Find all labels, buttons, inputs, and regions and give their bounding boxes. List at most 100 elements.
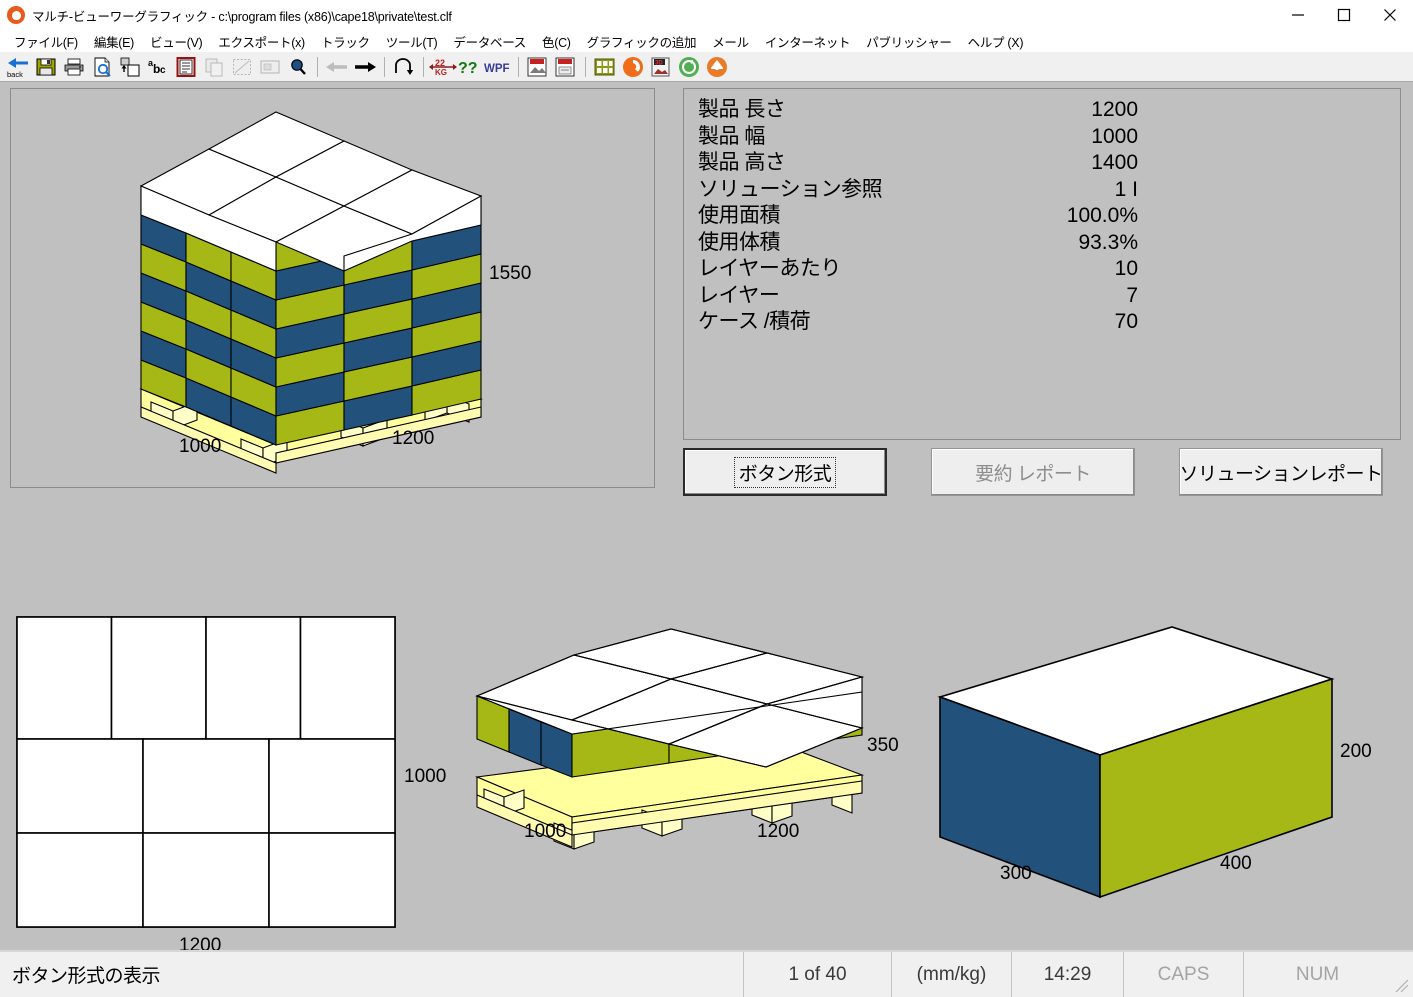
label-cases-per-load: ケース /積荷 [698,309,1028,336]
svg-text:WPF: WPF [484,63,510,75]
weight-22kg-icon[interactable]: 22 KG [429,54,457,80]
data-row-per-layer: レイヤーあたり 10 [698,256,1400,283]
label-product-width: 製品 幅 [698,124,1028,151]
menu-item-file[interactable]: ファイル(F) [6,31,86,52]
menu-item-view[interactable]: ビュー(V) [142,31,210,52]
help-query-icon[interactable]: ?? [457,54,485,80]
value-solution-ref: 1 I [1028,177,1138,204]
status-page-indicator: 1 of 40 [743,952,891,997]
value-volume-utilization: 93.3% [1028,230,1138,257]
menu-item-truck[interactable]: トラック [313,31,378,52]
menu-item-publisher[interactable]: パブリッシャー [858,31,959,52]
rotate-icon[interactable] [390,54,418,80]
upload-icon[interactable] [703,54,731,80]
back-icon[interactable]: back [4,54,32,80]
menu-item-edit[interactable]: 編集(E) [86,31,142,52]
stack-height-label: 1550 [489,263,531,284]
data-row-cases-per-load: ケース /積荷 70 [698,309,1400,336]
status-bar: ボタン形式の表示 1 of 40 (mm/kg) 14:29 CAPS NUM [0,950,1413,997]
toolbar-separator [384,57,385,77]
svg-text:??: ?? [458,60,478,77]
data-row-volume-utilization: 使用体積 93.3% [698,230,1400,257]
pdf-export-icon[interactable] [524,54,552,80]
label-product-length: 製品 長さ [698,97,1028,124]
menu-item-database[interactable]: データベース [445,31,534,52]
zoom-icon[interactable] [284,54,312,80]
menu-item-export[interactable]: エクスポート(x) [210,31,313,52]
menu-item-tools[interactable]: ツール(T) [378,31,446,52]
copy-icon [200,54,228,80]
print-preview-icon[interactable] [88,54,116,80]
prev-arrow-icon [323,54,351,80]
data-row-solution-ref: ソリューション参照 1 I [698,177,1400,204]
bottom-views-row: 1000 1200 [0,507,1413,907]
data-row-product-width: 製品 幅 1000 [698,124,1400,151]
wpf-icon[interactable]: WPF [485,54,513,80]
report-buttons: ボタン形式 要約 レポート ソリューションレポート [683,448,1401,500]
pattern-height-label: 1000 [404,766,446,787]
minimize-button[interactable] [1275,0,1321,30]
work-area: 1550 1000 1200 製品 長さ 1200 製品 幅 1000 製品 高… [0,82,1413,950]
menu-bar: ファイル(F) 編集(E) ビュー(V) エクスポート(x) トラック ツール(… [0,30,1413,52]
case-box-view: 200 300 400 [920,617,1390,912]
green-disc-icon[interactable] [675,54,703,80]
svg-text:3D: 3D [655,60,663,66]
menu-item-internet[interactable]: インターネット [757,31,858,52]
status-units: (mm/kg) [891,952,1011,997]
data-row-layers: レイヤー 7 [698,283,1400,310]
single-layer-3d: 350 1000 1200 [462,647,922,882]
label-solution-ref: ソリューション参照 [698,177,1028,204]
svg-text:22: 22 [435,58,445,68]
svg-text:KG: KG [435,68,447,77]
title-bar: マルチ-ビューワーグラフィック - c:\program files (x86)… [0,0,1413,30]
window-controls [1275,0,1413,30]
add-item-icon[interactable] [116,54,144,80]
summary-report-button[interactable]: 要約 レポート [931,448,1135,496]
toolbar-separator [423,57,424,77]
svg-text:back: back [7,70,23,79]
layer-height-label: 350 [867,735,899,756]
case-height-label: 200 [1340,741,1372,762]
stack-left-width-label: 1000 [179,436,221,457]
single-layer-view: 350 1000 1200 [462,647,922,887]
value-per-layer: 10 [1028,256,1138,283]
data-row-product-length: 製品 長さ 1200 [698,97,1400,124]
stack-right-width-label: 1200 [392,428,434,449]
summary-report-button-label: 要約 レポート [975,459,1091,486]
value-layers: 7 [1028,283,1138,310]
image-icon [256,54,284,80]
layer-right-width-label: 1200 [757,821,799,842]
menu-item-mail[interactable]: メール [704,31,757,52]
abc-spell-icon[interactable]: a b c [144,54,172,80]
label-layers: レイヤー [698,283,1028,310]
menu-item-help[interactable]: ヘルプ (X) [960,31,1032,52]
grid-view-icon[interactable] [591,54,619,80]
svg-text:c: c [160,65,166,76]
status-num-indicator: NUM [1243,952,1391,997]
product-data-panel: 製品 長さ 1200 製品 幅 1000 製品 高さ 1400 ソリューション参… [683,88,1401,440]
doc-export-icon[interactable] [552,54,580,80]
toolbar-separator [585,57,586,77]
save-icon[interactable] [32,54,60,80]
case-depth-label: 300 [1000,863,1032,884]
value-product-height: 1400 [1028,150,1138,177]
select-area-icon [228,54,256,80]
next-arrow-icon[interactable] [351,54,379,80]
pallet-stack-panel: 1550 1000 1200 [10,88,655,488]
solution-report-button[interactable]: ソリューションレポート [1179,448,1383,496]
status-message: ボタン形式の表示 [0,952,743,997]
notes-icon[interactable] [172,54,200,80]
value-area-utilization: 100.0% [1028,203,1138,230]
label-volume-utilization: 使用体積 [698,230,1028,257]
resize-grip[interactable] [1391,952,1413,997]
3d-export-icon[interactable]: 3D [647,54,675,80]
menu-item-add-graphic[interactable]: グラフィックの追加 [579,31,705,52]
menu-item-color[interactable]: 色(C) [534,31,579,52]
data-row-product-height: 製品 高さ 1400 [698,150,1400,177]
pattern-form-button[interactable]: ボタン形式 [683,448,887,496]
orange-disc-icon[interactable] [619,54,647,80]
label-product-height: 製品 高さ [698,150,1028,177]
maximize-button[interactable] [1321,0,1367,30]
print-icon[interactable] [60,54,88,80]
close-button[interactable] [1367,0,1413,30]
